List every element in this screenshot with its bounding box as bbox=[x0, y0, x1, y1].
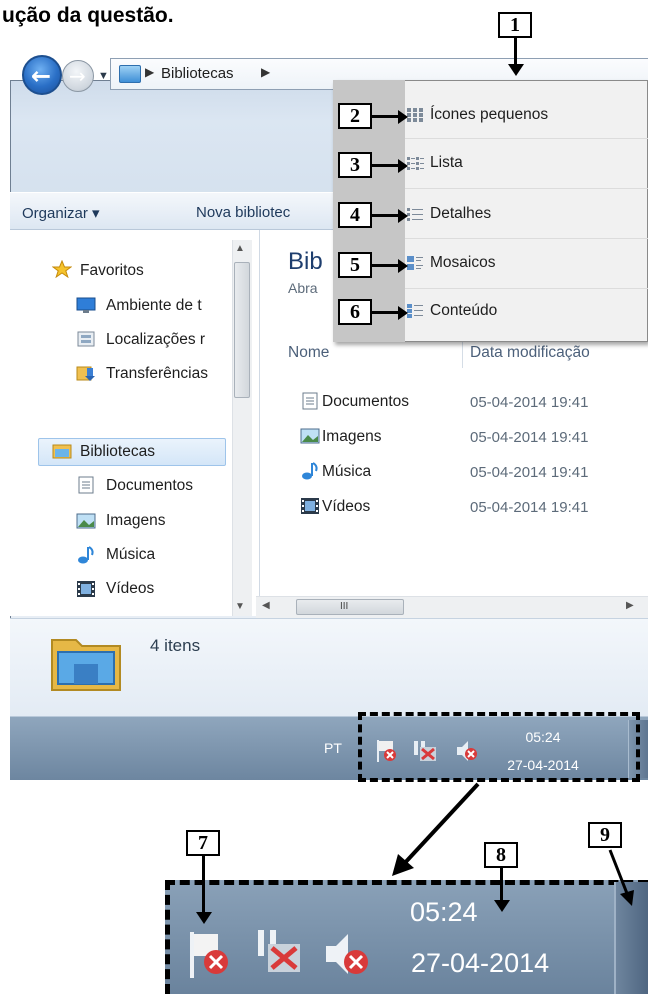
callout-6: 6 bbox=[338, 299, 372, 325]
callout-arrow bbox=[202, 856, 205, 916]
scroll-left-arrow-icon[interactable]: ◀ bbox=[262, 600, 270, 611]
document-icon bbox=[78, 476, 94, 494]
details-view-icon bbox=[407, 208, 423, 221]
callout-9: 9 bbox=[588, 822, 622, 848]
menu-item-list[interactable]: Lista bbox=[430, 154, 463, 172]
column-header-date[interactable]: Data modificação bbox=[470, 344, 590, 362]
nav-library-item[interactable]: Música bbox=[106, 546, 232, 564]
nav-favorites-item[interactable]: Ambiente de t bbox=[106, 297, 232, 315]
column-divider[interactable] bbox=[462, 338, 463, 368]
menu-item-tiles[interactable]: Mosaicos bbox=[430, 254, 495, 272]
language-indicator[interactable]: PT bbox=[324, 740, 342, 756]
scroll-grip: III bbox=[340, 601, 349, 612]
nav-library-item[interactable]: Documentos bbox=[106, 477, 232, 495]
forward-button[interactable]: → bbox=[62, 60, 94, 92]
file-row-date: 05-04-2014 19:41 bbox=[470, 394, 589, 411]
scroll-right-arrow-icon[interactable]: ▶ bbox=[626, 600, 634, 611]
network-places-icon bbox=[77, 331, 95, 347]
callout-arrowhead bbox=[508, 64, 524, 76]
tiles-view-icon bbox=[407, 256, 423, 270]
small-icons-view-icon bbox=[407, 108, 423, 122]
menu-item-small-icons[interactable]: Ícones pequenos bbox=[430, 106, 548, 124]
item-count-label: 4 itens bbox=[150, 636, 201, 655]
question-heading: ução da questão. bbox=[2, 4, 174, 27]
callout-arrowhead bbox=[196, 912, 212, 924]
zoom-highlight-box bbox=[165, 880, 648, 994]
nav-favorites-item[interactable]: Transferências bbox=[106, 365, 232, 383]
nav-favorites-item[interactable]: Localizações r bbox=[106, 331, 232, 349]
menu-item-details[interactable]: Detalhes bbox=[430, 205, 491, 223]
zoom-pointer-arrow bbox=[392, 782, 480, 876]
breadcrumb-libraries[interactable]: Bibliotecas bbox=[161, 65, 234, 82]
file-row-name[interactable]: Música bbox=[322, 463, 371, 481]
callout-arrowhead bbox=[398, 306, 408, 320]
back-button[interactable]: ← bbox=[22, 55, 62, 95]
nav-favorites[interactable]: Favoritos bbox=[80, 262, 220, 280]
scroll-down-arrow-icon[interactable]: ▼ bbox=[235, 601, 245, 612]
video-film-icon bbox=[77, 581, 95, 597]
callout-3: 3 bbox=[338, 152, 372, 178]
menu-separator bbox=[405, 138, 648, 139]
nav-libraries[interactable]: Bibliotecas bbox=[80, 443, 220, 461]
star-icon bbox=[52, 260, 72, 278]
zoomed-clock-date: 27-04-2014 bbox=[411, 948, 550, 978]
menu-item-content[interactable]: Conteúdo bbox=[430, 302, 497, 320]
zoomed-clock-time: 05:24 bbox=[410, 897, 478, 927]
downloads-icon bbox=[76, 366, 95, 381]
file-row-name[interactable]: Imagens bbox=[322, 428, 381, 446]
content-view-icon bbox=[407, 304, 423, 318]
callout-7: 7 bbox=[186, 830, 220, 856]
library-subtitle: Abra bbox=[288, 280, 318, 296]
file-row-date: 05-04-2014 19:41 bbox=[470, 464, 589, 481]
callout-5: 5 bbox=[338, 252, 372, 278]
document-icon bbox=[302, 392, 318, 410]
library-folder-icon bbox=[119, 65, 141, 83]
horizontal-scroll-thumb[interactable] bbox=[296, 599, 404, 615]
music-note-icon bbox=[302, 462, 318, 480]
callout-arrowhead bbox=[398, 259, 408, 273]
callout-1: 1 bbox=[498, 12, 532, 38]
callout-arrow bbox=[500, 868, 503, 904]
menu-separator bbox=[405, 188, 648, 189]
callout-arrowhead bbox=[398, 209, 408, 223]
file-row-name[interactable]: Vídeos bbox=[322, 498, 370, 516]
new-library-button[interactable]: Nova bibliotec bbox=[196, 204, 290, 221]
video-film-icon bbox=[301, 498, 319, 514]
library-title: Bib bbox=[288, 248, 323, 275]
network-disconnected-icon bbox=[258, 930, 300, 972]
nav-scroll-thumb[interactable] bbox=[234, 262, 250, 398]
file-row-name[interactable]: Documentos bbox=[322, 393, 409, 411]
callout-8: 8 bbox=[484, 842, 518, 868]
callout-2: 2 bbox=[338, 103, 372, 129]
nav-library-item[interactable]: Vídeos bbox=[106, 580, 232, 598]
forward-arrow-icon: → bbox=[69, 64, 86, 88]
action-center-flag-icon bbox=[190, 932, 228, 978]
pictures-icon bbox=[76, 513, 96, 529]
volume-muted-icon bbox=[326, 934, 368, 974]
pictures-icon bbox=[300, 428, 320, 444]
nav-library-item[interactable]: Imagens bbox=[106, 512, 232, 530]
list-view-icon bbox=[407, 157, 424, 170]
recent-pages-chevron-icon[interactable]: ▼ bbox=[98, 70, 109, 82]
breadcrumb-chevron-icon[interactable]: ▶ bbox=[261, 65, 270, 79]
music-note-icon bbox=[78, 546, 94, 564]
callout-arrowhead bbox=[494, 900, 510, 912]
menu-separator bbox=[405, 288, 648, 289]
organize-menu-button[interactable]: Organizar ▾ bbox=[22, 204, 100, 222]
menu-separator bbox=[405, 238, 648, 239]
back-arrow-icon: ← bbox=[31, 62, 52, 90]
library-folder-icon bbox=[52, 444, 72, 459]
callout-arrow bbox=[608, 849, 634, 906]
file-row-date: 05-04-2014 19:41 bbox=[470, 499, 589, 516]
desktop-icon bbox=[76, 297, 96, 313]
breadcrumb-chevron-icon[interactable]: ▶ bbox=[145, 65, 154, 79]
callout-arrowhead bbox=[398, 159, 408, 173]
scroll-up-arrow-icon[interactable]: ▲ bbox=[235, 243, 245, 254]
callout-4: 4 bbox=[338, 202, 372, 228]
library-folder-icon bbox=[51, 639, 121, 691]
file-row-date: 05-04-2014 19:41 bbox=[470, 429, 589, 446]
callout-arrowhead bbox=[398, 110, 408, 124]
column-header-name[interactable]: Nome bbox=[288, 344, 329, 362]
tray-highlight-box bbox=[358, 712, 640, 782]
